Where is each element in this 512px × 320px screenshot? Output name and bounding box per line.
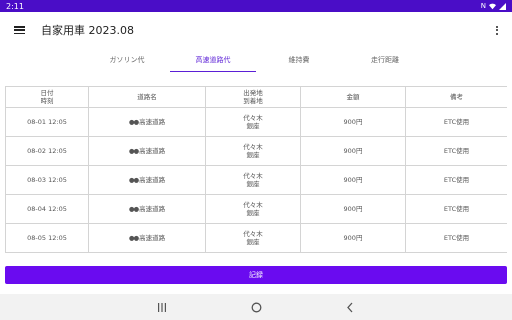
status-bar: 2:11 N — [0, 0, 512, 12]
cell-route: ●●高速道路 — [88, 107, 206, 137]
table-row[interactable]: 08-05 12:05 ●●高速道路 代々木 銀座 900円 ETC使用 — [5, 223, 507, 253]
cell-note: ETC使用 — [405, 136, 507, 166]
back-icon[interactable] — [335, 297, 365, 317]
cell-place: 代々木 銀座 — [205, 194, 301, 224]
more-vert-icon[interactable] — [482, 12, 512, 48]
signal-icon — [499, 2, 506, 10]
menu-button[interactable] — [0, 12, 38, 48]
tab-maintenance[interactable]: 維持費 — [256, 48, 342, 72]
cell-amount: 900円 — [300, 165, 406, 195]
status-time: 2:11 — [6, 1, 24, 11]
cell-place: 代々木 銀座 — [205, 136, 301, 166]
cell-amount: 900円 — [300, 223, 406, 253]
recents-icon[interactable] — [147, 297, 177, 317]
cell-date: 08-01 12:05 — [5, 107, 89, 137]
nfc-icon: N — [480, 2, 486, 10]
home-icon[interactable] — [241, 297, 271, 317]
cell-route: ●●高速道路 — [88, 223, 206, 253]
cell-place: 代々木 銀座 — [205, 165, 301, 195]
table-row[interactable]: 08-02 12:05 ●●高速道路 代々木 銀座 900円 ETC使用 — [5, 136, 507, 166]
cell-place: 代々木 銀座 — [205, 223, 301, 253]
header-place: 出発地 到着地 — [205, 86, 301, 108]
expressway-table[interactable]: 日付 時刻 道路名 出発地 到着地 金額 備考 08-01 12:05 ●●高速道路… — [5, 86, 507, 258]
header-datetime: 日付 時刻 — [5, 86, 89, 108]
cell-amount: 900円 — [300, 136, 406, 166]
table-header-row: 日付 時刻 道路名 出発地 到着地 金額 備考 — [5, 86, 507, 108]
status-icons: N — [481, 2, 506, 10]
cell-date: 08-05 12:05 — [5, 223, 89, 253]
cell-route: ●●高速道路 — [88, 165, 206, 195]
page-title: 自家用車 2023.08 — [41, 24, 134, 37]
cell-amount: 900円 — [300, 194, 406, 224]
cell-note: ETC使用 — [405, 107, 507, 137]
cell-note: ETC使用 — [405, 194, 507, 224]
header-amount: 金額 — [300, 86, 406, 108]
cell-route: ●●高速道路 — [88, 194, 206, 224]
cell-date: 08-03 12:05 — [5, 165, 89, 195]
hamburger-menu-icon — [13, 26, 25, 34]
table-row[interactable]: 08-04 12:05 ●●高速道路 代々木 銀座 900円 ETC使用 — [5, 194, 507, 224]
cell-note: ETC使用 — [405, 223, 507, 253]
cell-amount: 900円 — [300, 107, 406, 137]
tab-mileage[interactable]: 走行距離 — [342, 48, 428, 72]
cell-route: ●●高速道路 — [88, 136, 206, 166]
header-route: 道路名 — [88, 86, 206, 108]
cell-place: 代々木 銀座 — [205, 107, 301, 137]
tab-expressway[interactable]: 高速道路代 — [170, 48, 256, 72]
app-bar: 自家用車 2023.08 — [0, 12, 512, 48]
table-row[interactable]: 08-03 12:05 ●●高速道路 代々木 銀座 900円 ETC使用 — [5, 165, 507, 195]
record-button[interactable]: 記録 — [5, 266, 507, 284]
cell-date: 08-04 12:05 — [5, 194, 89, 224]
cell-date: 08-02 12:05 — [5, 136, 89, 166]
table-row[interactable]: 08-01 12:05 ●●高速道路 代々木 銀座 900円 ETC使用 — [5, 107, 507, 137]
tab-gasoline[interactable]: ガソリン代 — [84, 48, 170, 72]
cell-note: ETC使用 — [405, 165, 507, 195]
tab-bar: ガソリン代 高速道路代 維持費 走行距離 — [0, 48, 512, 72]
wifi-icon — [489, 3, 496, 9]
header-note: 備考 — [405, 86, 507, 108]
system-nav-bar — [0, 294, 512, 320]
